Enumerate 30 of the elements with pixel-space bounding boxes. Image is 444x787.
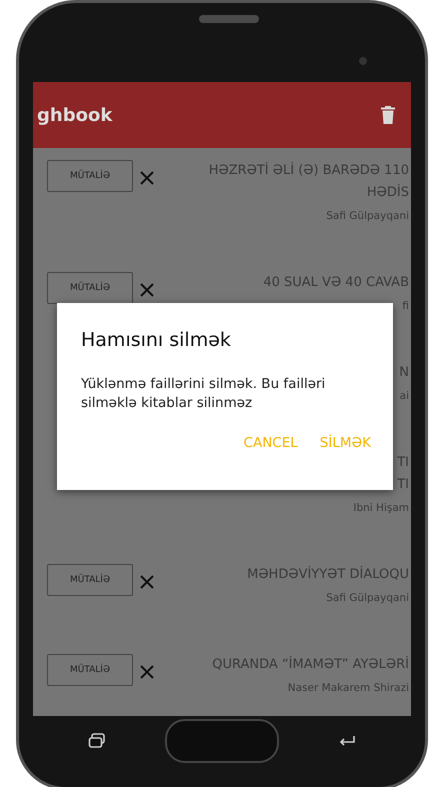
book-title: TI TI: [397, 454, 409, 494]
app-title: ghbook: [37, 104, 112, 126]
trash-icon[interactable]: [381, 106, 395, 124]
speaker-grille-icon: [199, 15, 259, 23]
book-author: Naser Makarem Shirazi: [288, 682, 409, 694]
close-icon[interactable]: [139, 170, 155, 186]
book-title: MƏHDƏVİYYƏT DİALOQU: [247, 565, 409, 584]
dialog-button[interactable]: SİLMƏK: [318, 431, 373, 455]
close-icon[interactable]: [139, 282, 155, 298]
dialog-button[interactable]: CANCEL: [242, 431, 300, 455]
book-title: QURANDA “İMAMƏT” AYƏLƏRİ: [212, 655, 409, 674]
book-title: 40 SUAL VƏ 40 CAVAB: [263, 274, 409, 292]
book-author: fi: [402, 300, 409, 312]
book-author: Safi Gülpayqani: [326, 592, 409, 604]
back-icon[interactable]: [338, 734, 356, 748]
book-title: N: [399, 364, 409, 382]
dialog-message: Yüklənmə faillərini silmək. Bu failləri silməklə kitablar silinməz: [81, 375, 326, 413]
book-author: ai: [400, 390, 409, 402]
recent-apps-icon[interactable]: [88, 732, 106, 748]
book-title: HƏZRƏTİ ƏLİ (Ə) BARƏDƏ 110 HƏDİS: [208, 161, 409, 202]
book-author: Ibni Hişam: [353, 502, 409, 514]
close-icon[interactable]: [139, 574, 155, 590]
dialog-title: Hamısını silmək: [81, 329, 232, 351]
read-button[interactable]: MÜTALİƏ: [47, 564, 133, 596]
read-button[interactable]: MÜTALİƏ: [47, 272, 133, 304]
read-button[interactable]: MÜTALİƏ: [47, 160, 133, 192]
read-button[interactable]: MÜTALİƏ: [47, 654, 133, 686]
close-icon[interactable]: [139, 664, 155, 680]
book-author: Safi Gülpayqani: [326, 210, 409, 222]
camera-icon: [359, 57, 367, 65]
